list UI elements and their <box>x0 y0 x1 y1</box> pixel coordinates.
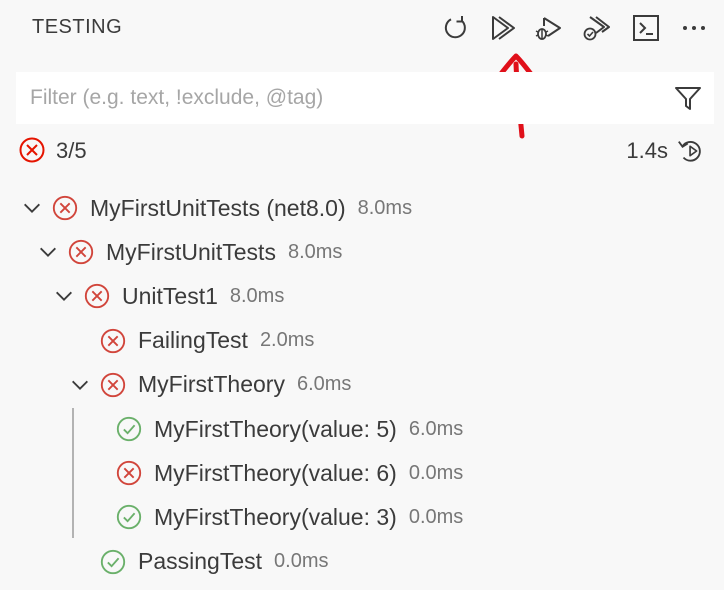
test-label: MyFirstUnitTests (net8.0) <box>90 194 346 221</box>
test-tree-item[interactable]: MyFirstTheory 6.0ms <box>0 363 724 407</box>
test-duration: 8.0ms <box>229 284 285 307</box>
test-duration: 6.0ms <box>408 417 464 440</box>
test-duration: 2.0ms <box>259 329 315 352</box>
chevron-down-icon[interactable] <box>34 238 62 266</box>
error-icon <box>114 458 144 488</box>
error-icon <box>98 370 128 400</box>
debug-run-icon <box>535 17 561 40</box>
filter-input[interactable] <box>30 84 650 112</box>
refresh-tests-button[interactable] <box>438 10 474 46</box>
filter-box <box>16 72 714 124</box>
test-tree-item[interactable]: MyFirstTheory(value: 6) 0.0ms <box>0 451 724 495</box>
pass-icon <box>114 414 144 444</box>
failed-count: 3/5 <box>56 138 87 163</box>
chevron-down-icon[interactable] <box>18 194 46 222</box>
test-tree-item[interactable]: UnitTest1 8.0ms <box>0 274 724 318</box>
test-tree-item[interactable]: MyFirstUnitTests 8.0ms <box>0 230 724 274</box>
view-title: TESTING <box>32 16 123 38</box>
refresh-icon <box>444 16 466 39</box>
error-icon <box>19 137 45 163</box>
test-tree-item[interactable]: MyFirstTheory(value: 5) 6.0ms <box>0 407 724 451</box>
test-duration: 0.0ms <box>274 550 329 573</box>
chevron-down-icon[interactable] <box>50 282 78 310</box>
run-all-icon <box>492 16 515 40</box>
run-duration: 1.4s <box>626 138 668 163</box>
test-tree-item[interactable]: MyFirstUnitTests (net8.0) 8.0ms <box>0 186 724 230</box>
show-output-button[interactable] <box>628 10 664 46</box>
test-label: MyFirstTheory(value: 6) <box>154 459 397 486</box>
error-icon <box>98 326 128 356</box>
test-tree-item[interactable]: MyFirstTheory(value: 3) 0.0ms <box>0 495 724 539</box>
terminal-icon <box>633 15 659 41</box>
filter-options-button[interactable] <box>672 82 704 114</box>
rerun-icon <box>678 141 701 162</box>
test-tree-item[interactable]: PassingTest 0.0ms <box>0 540 724 584</box>
test-label: MyFirstUnitTests <box>106 238 276 265</box>
error-icon <box>66 237 96 267</box>
run-tests-button[interactable] <box>484 10 520 46</box>
error-icon <box>50 193 80 223</box>
test-tree-item[interactable]: FailingTest 2.0ms <box>0 319 724 363</box>
test-duration: 0.0ms <box>408 461 464 484</box>
filter-icon <box>675 87 701 110</box>
run-coverage-button[interactable] <box>578 10 614 46</box>
chevron-down-icon[interactable] <box>66 371 94 399</box>
test-duration: 6.0ms <box>296 373 352 396</box>
more-actions-button[interactable] <box>676 10 712 46</box>
test-duration: 0.0ms <box>408 505 464 528</box>
test-label: UnitTest1 <box>122 282 218 309</box>
test-label: MyFirstTheory <box>138 371 285 398</box>
test-label: MyFirstTheory(value: 5) <box>154 415 397 442</box>
coverage-run-icon <box>583 16 610 41</box>
error-icon <box>82 281 112 311</box>
test-label: MyFirstTheory(value: 3) <box>154 503 397 530</box>
pass-icon <box>98 547 128 577</box>
rerun-button[interactable] <box>674 134 708 168</box>
test-label: PassingTest <box>138 548 263 575</box>
testing-view-header: TESTING <box>0 0 724 60</box>
test-duration: 8.0ms <box>357 196 413 219</box>
ellipsis-icon <box>683 26 705 30</box>
test-summary: 3/5 1.4s <box>0 132 724 172</box>
pass-icon <box>114 502 144 532</box>
test-duration: 8.0ms <box>287 240 343 263</box>
debug-tests-button[interactable] <box>530 10 566 46</box>
test-label: FailingTest <box>138 327 248 354</box>
